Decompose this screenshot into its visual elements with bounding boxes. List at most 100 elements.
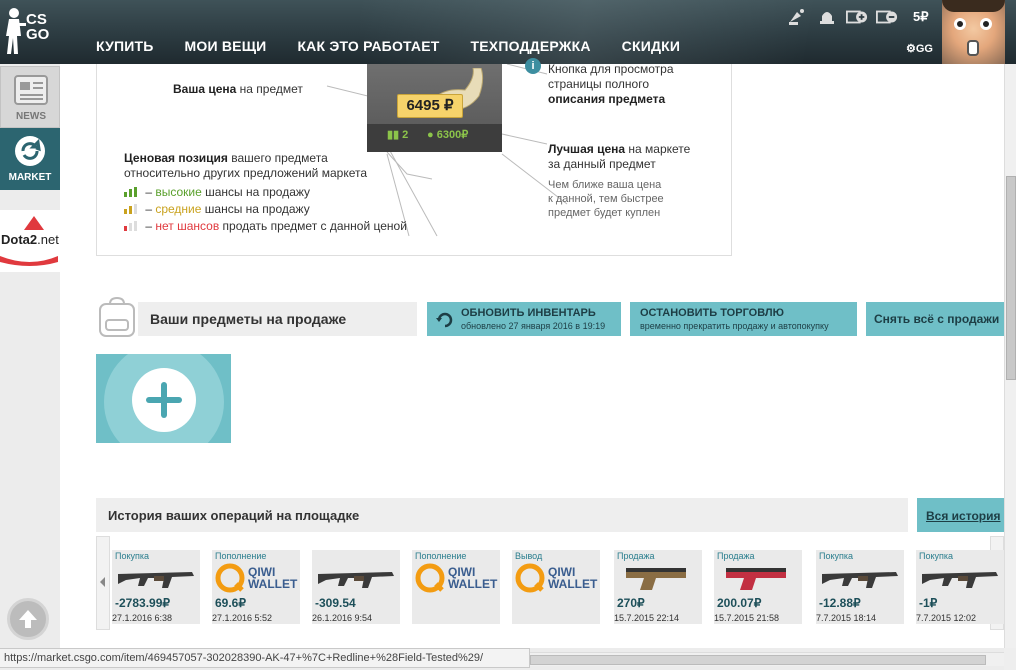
history-item-kind: Покупка [919,551,954,561]
pistol-icon [726,568,786,590]
scroll-to-top-button[interactable] [7,598,49,640]
legend-high-word: высокие [155,185,202,199]
history-item-date: 15.7.2015 22:14 [614,613,680,623]
dota-hat-icon [24,216,44,230]
history-item-date: 26.1.2016 9:54 [312,613,373,623]
history-all-button[interactable]: Вся история [917,498,1004,532]
status-url: https://market.csgo.com/item/469457057-3… [4,652,484,664]
logo-text: CS GO [26,11,50,43]
gg-icon: ⚙ [906,43,916,55]
balance[interactable]: 5₽ [913,9,929,25]
nav-discounts[interactable]: СКИДКИ [622,38,681,54]
market-refresh-icon [15,136,45,166]
history-prev-button[interactable] [96,536,110,630]
scrollbar-corner [1004,648,1016,670]
history-item[interactable]: -309.54 26.1.2016 9:54 [312,550,400,624]
sidebar-dota2net[interactable]: Dota2.net [0,210,60,272]
dota-swoosh-icon [0,256,58,266]
page-scrollbar-thumb[interactable] [1006,176,1016,380]
remove-all-button[interactable]: Снять всё с продажи [866,302,1004,336]
page: { "header": { "logo_text": "CS GO", "nav… [0,0,1016,670]
card-count-value: 2 [402,129,409,141]
history-item[interactable]: Вывод QIWI WALLET [512,550,600,624]
satellite-icon[interactable] [786,7,808,27]
history-item-amount: -12.88₽ [819,596,861,610]
history-item-date: 27.1.2016 6:38 [112,613,173,623]
history-item-date: 7.7.2015 18:14 [816,613,877,623]
withdraw-icon[interactable] [876,7,898,27]
history-item-amount: 200.07₽ [717,596,762,610]
legend-low: – нет шансов продать предмет с данной це… [124,219,407,233]
history-item[interactable]: Покупка -2783.99₽ 27.1.2016 6:38 [112,550,200,624]
page-scrollbar[interactable] [1004,64,1016,648]
history-item[interactable]: Продажа 200.07₽ 15.7.2015 21:58 [714,550,802,624]
legend-low-dash: – [142,219,156,233]
history-item[interactable]: Продажа 270₽ 15.7.2015 22:14 [614,550,702,624]
add-item-tile[interactable] [96,354,231,443]
qiwi-line2: WALLET [248,577,298,591]
refresh-inventory-sub: обновлено 27 января 2016 в 19:19 [461,321,606,331]
nav-my-items[interactable]: МОИ ВЕЩИ [185,38,267,54]
site-header: CS GO КУПИТЬ МОИ ВЕЩИ КАК ЭТО РАБОТАЕТ ТЕ… [0,0,1016,64]
sidebar-market[interactable]: MARKET [0,128,60,190]
avatar-eye-left [954,18,966,30]
best-price-explainer: Лучшая цена на маркете за данный предмет [548,142,690,172]
closer-price-hint: Чем ближе ваша цена к данной, тем быстрее… [548,178,664,220]
nav-buy[interactable]: КУПИТЬ [96,38,154,54]
remove-all-label: Снять всё с продажи [874,312,1000,326]
horizontal-scrollbar-thumb[interactable] [530,655,986,665]
position-rest: вашего предмета [227,151,328,165]
history-item[interactable]: Пополнение QIWI WALLET [412,550,500,624]
history-title: История ваших операций на площадке [108,508,360,523]
bell-icon[interactable] [816,7,838,27]
history-item-date: 27.1.2016 5:52 [212,613,273,623]
refresh-inventory-button[interactable]: ОБНОВИТЬ ИНВЕНТАРЬ обновлено 27 января 2… [427,302,621,336]
rifle-icon [822,572,898,588]
newspaper-icon [14,75,48,105]
bars-low-icon [124,221,137,231]
legend-mid: – средние шансы на продажу [124,202,310,216]
legend-mid-word: средние [155,202,202,216]
avatar-hair [942,0,1005,12]
price-tag: 6495 ₽ [397,94,463,118]
price-explainer-box: 6495 ₽ ▮▮ 2 ● 6300₽ i Ваша цена на предм… [96,58,732,256]
history-item-amount: -2783.99₽ [115,596,171,610]
price-card-example: 6495 ₽ ▮▮ 2 ● 6300₽ [367,64,502,152]
nav-how-it-works[interactable]: КАК ЭТО РАБОТАЕТ [297,38,439,54]
legend-mid-dash: – [142,202,156,216]
rifle-icon [318,572,394,588]
history-item[interactable]: Покупка -12.88₽ 7.7.2015 18:14 [816,550,904,624]
sale-title-bar: Ваши предметы на продаже [138,302,417,336]
history-item-kind: Пополнение [415,551,467,561]
stop-trading-sub: временно прекратить продажу и автопокупк… [640,321,829,331]
stop-trading-button[interactable]: ОСТАНОВИТЬ ТОРГОВЛЮ временно прекратить … [630,302,857,336]
history-item[interactable]: Пополнение QIWI WALLET 69.6₽ 27.1.2016 5:52 [212,550,300,624]
nav-support[interactable]: ТЕХПОДДЕРЖКА [471,38,591,54]
history-item[interactable]: Покупка -1₽ 7.7.2015 12:02 [916,550,1004,624]
gg-label[interactable]: ⚙GG [906,42,933,55]
backpack-icon [99,296,135,337]
csgo-logo[interactable]: CS GO [2,6,60,60]
bars-mid-icon [124,204,137,214]
history-item-kind: Вывод [515,551,543,561]
avatar-mouth [967,40,979,56]
signal-bars-icon: ▮▮ [387,129,400,141]
position-bold: Ценовая позиция [124,151,228,165]
chevron-left-icon [100,577,105,587]
info-button[interactable]: i [525,58,541,74]
position-line2: относительно других предложений маркета [124,166,368,180]
sidebar-news[interactable]: NEWS [0,66,60,128]
avatar[interactable] [942,0,1005,64]
header-icons [786,7,898,27]
legend-mid-rest: шансы на продажу [201,202,310,216]
legend-high-dash: – [142,185,156,199]
sale-title: Ваши предметы на продаже [150,311,347,327]
qiwi-line2: WALLET [548,577,598,591]
legend-high-rest: шансы на продажу [201,185,311,199]
hint-line2: к данной, тем быстрее [548,193,664,205]
horizontal-scrollbar[interactable] [530,652,1004,666]
dota-label-b: .net [37,232,59,247]
history-all-label: Вся история [926,509,1001,523]
add-funds-icon[interactable] [846,7,868,27]
coin-icon: ● [427,129,434,141]
